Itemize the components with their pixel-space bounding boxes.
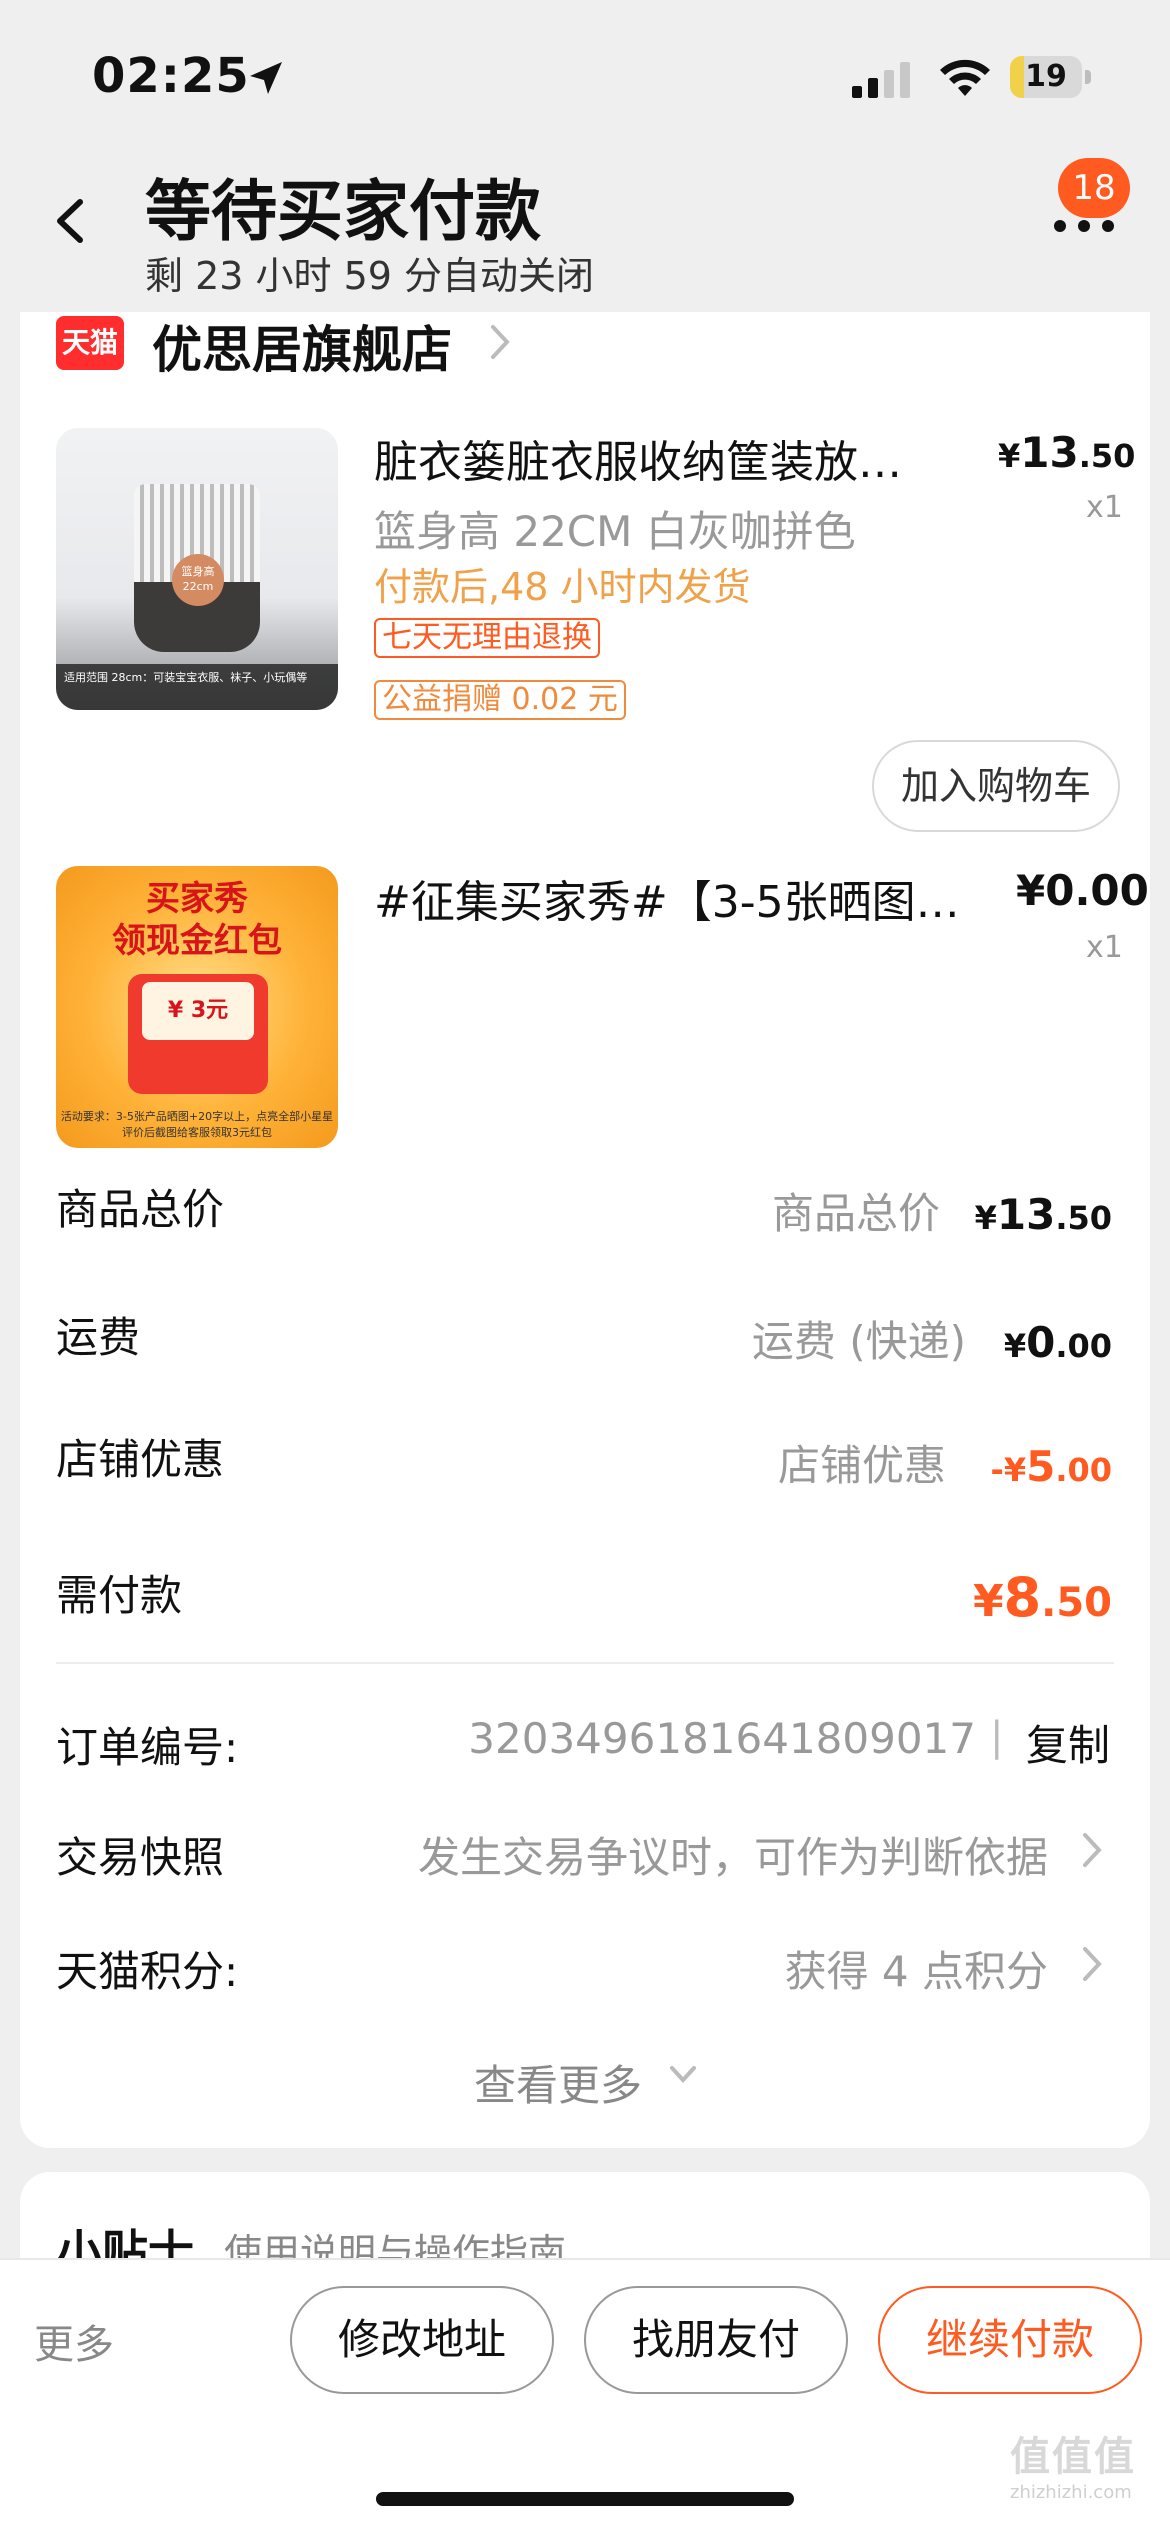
- battery-icon: 19: [1010, 56, 1091, 98]
- promo-thumbnail[interactable]: 买家秀 领现金红包 ¥ 3元 活动要求：3-5张产品晒图+20字以上，点亮全部小…: [56, 866, 338, 1148]
- add-to-cart-button[interactable]: 加入购物车: [872, 740, 1120, 832]
- subtotal-value: ¥13.50: [974, 1190, 1112, 1239]
- tmall-points-label[interactable]: 天猫积分:: [56, 1938, 238, 1999]
- page-subtitle: 剩 23 小时 59 分自动关闭: [145, 254, 595, 298]
- modify-address-button[interactable]: 修改地址: [290, 2286, 554, 2394]
- subtotal-label: 商品总价: [56, 1185, 225, 1234]
- trade-snapshot-value[interactable]: 发生交易争议时，可作为判断依据: [418, 1824, 1048, 1885]
- promo-amount: ¥ 3元: [142, 982, 254, 1040]
- product-price: ¥0.00: [1016, 866, 1149, 915]
- subtotal-sublabel: 商品总价: [771, 1189, 940, 1238]
- promo-footer: 活动要求：3-5张产品晒图+20字以上，点亮全部小星星 评价后截图给客服领取3元…: [60, 1110, 334, 1139]
- red-envelope-image: ¥ 3元: [128, 974, 268, 1094]
- chevron-right-icon[interactable]: [488, 322, 512, 362]
- amount-due-label: 需付款: [56, 1571, 183, 1620]
- product-title[interactable]: #征集买家秀#【3-5张晒图…: [374, 866, 964, 930]
- friend-pay-button[interactable]: 找朋友付: [584, 2286, 848, 2394]
- trade-snapshot-label[interactable]: 交易快照: [56, 1824, 224, 1885]
- back-icon[interactable]: [50, 196, 90, 246]
- page-title: 等待买家付款: [145, 173, 541, 250]
- product-price: ¥13.50: [998, 428, 1136, 477]
- store-discount-value: -¥5.00: [990, 1442, 1112, 1491]
- return-policy-tag: 七天无理由退换: [374, 618, 600, 658]
- copy-order-number-button[interactable]: 复制: [1026, 1712, 1110, 1773]
- shipping-fee-value: ¥0.00: [1003, 1318, 1112, 1367]
- status-time: 02:25: [92, 48, 250, 104]
- see-more-button[interactable]: 查看更多: [474, 2052, 642, 2113]
- notification-badge[interactable]: 18: [1058, 158, 1130, 218]
- cellular-signal-icon: [852, 62, 910, 98]
- more-button[interactable]: 更多: [34, 2312, 114, 2370]
- product-quantity: x1: [1086, 930, 1123, 965]
- tmall-points-value[interactable]: 获得 4 点积分: [785, 1938, 1048, 1999]
- chevron-down-icon[interactable]: [668, 2062, 698, 2086]
- product-quantity: x1: [1086, 490, 1123, 525]
- watermark-domain: zhizhizhi.com: [1010, 2482, 1132, 2503]
- shop-name[interactable]: 优思居旗舰店: [152, 310, 452, 382]
- chevron-right-icon[interactable]: [1080, 1830, 1104, 1870]
- charity-tag: 公益捐赠 0.02 元: [374, 680, 626, 720]
- shipping-fee-sublabel: 运费 (快递): [751, 1317, 966, 1366]
- location-arrow-icon: [250, 62, 282, 94]
- continue-payment-button[interactable]: 继续付款: [878, 2286, 1142, 2394]
- store-discount-label: 店铺优惠: [56, 1435, 225, 1484]
- shipping-note: 付款后,48 小时内发货: [374, 565, 751, 609]
- watermark: 值值值 zhizhizhi.com: [1010, 2424, 1160, 2514]
- chevron-right-icon[interactable]: [1080, 1944, 1104, 1984]
- promo-heading: 买家秀: [146, 879, 248, 919]
- order-number-label: 订单编号:: [56, 1723, 239, 1772]
- basket-image: 篮身高 22cm: [134, 484, 260, 652]
- divider: [56, 1662, 1114, 1664]
- product-title[interactable]: 脏衣篓脏衣服收纳筐装放…: [374, 426, 934, 490]
- separator: |: [990, 1714, 1004, 1760]
- home-indicator[interactable]: [376, 2492, 794, 2506]
- product-sku: 篮身高 22CM 白灰咖拼色: [374, 507, 856, 556]
- store-discount-sublabel: 店铺优惠: [777, 1441, 946, 1490]
- watermark-logo: 值值值: [1010, 2434, 1136, 2480]
- promo-subheading: 领现金红包: [112, 921, 282, 961]
- wifi-icon: [940, 59, 990, 96]
- thumb-caption: 适用范围 28cm：可装宝宝衣服、袜子、小玩偶等: [56, 664, 338, 710]
- shipping-fee-label: 运费: [56, 1313, 141, 1362]
- product-thumbnail[interactable]: 篮身高 22cm 适用范围 28cm：可装宝宝衣服、袜子、小玩偶等: [56, 428, 338, 710]
- tmall-logo: 天猫: [56, 316, 124, 370]
- amount-due-value: ¥8.50: [972, 1566, 1112, 1629]
- thumb-label: 篮身高 22cm: [172, 554, 224, 606]
- battery-level: 19: [1025, 59, 1067, 94]
- order-number: 3203496181641809017: [468, 1714, 976, 1763]
